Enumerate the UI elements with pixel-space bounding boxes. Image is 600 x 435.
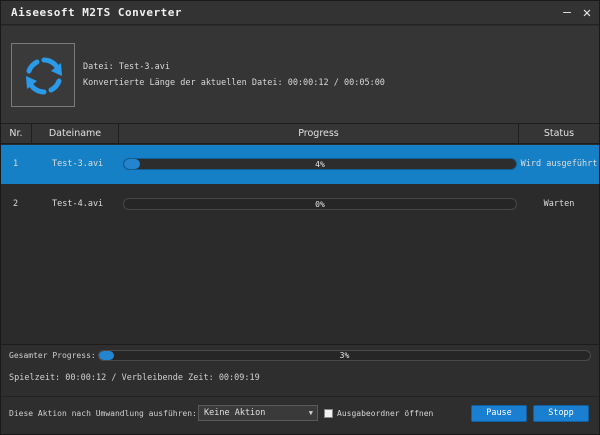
minimize-button[interactable]: – (558, 4, 576, 22)
row-status: Wird ausgeführt (520, 159, 598, 169)
converter-window: Aiseesoft M2TS Converter – ✕ Datei: Test… (0, 0, 600, 435)
overall-progress-bar: 3% (98, 350, 591, 361)
file-table: Nr. Dateiname Progress Status 1 Test-3.a… (1, 124, 599, 344)
overall-progress-label: Gesamter Progress: (9, 351, 96, 360)
convert-refresh-icon (11, 43, 75, 107)
row-status: Warten (543, 199, 575, 209)
pause-button[interactable]: Pause (471, 405, 527, 422)
table-header: Nr. Dateiname Progress Status (1, 124, 599, 144)
row-progress-bar: 0% (123, 198, 517, 210)
column-header-progress[interactable]: Progress (119, 124, 519, 144)
after-conversion-select[interactable]: Keine Aktion ▼ (198, 405, 318, 421)
row-progress-bar: 4% (123, 158, 517, 170)
after-conversion-value: Keine Aktion (204, 408, 266, 418)
current-file-name: Datei: Test-3.avi (83, 62, 170, 72)
current-file-panel: Datei: Test-3.avi Konvertierte Länge der… (1, 26, 599, 124)
stop-button[interactable]: Stopp (533, 405, 589, 422)
row-number: 2 (13, 199, 19, 209)
row-filename: Test-4.avi (52, 199, 104, 209)
column-header-nr[interactable]: Nr. (1, 124, 32, 144)
open-output-folder-checkbox[interactable] (324, 409, 333, 418)
current-file-length: Konvertierte Länge der aktuellen Datei: … (83, 78, 385, 88)
row-filename: Test-3.avi (52, 159, 104, 169)
row-progress-label: 0% (315, 200, 325, 209)
column-header-filename[interactable]: Dateiname (32, 124, 119, 144)
open-output-folder-label[interactable]: Ausgabeordner öffnen (337, 409, 433, 418)
row-progress-label: 4% (315, 160, 325, 169)
close-button[interactable]: ✕ (578, 4, 596, 22)
row-number: 1 (13, 159, 19, 169)
window-title: Aiseesoft M2TS Converter (11, 6, 182, 19)
chevron-down-icon: ▼ (308, 409, 313, 417)
overall-progress-percent: 3% (339, 351, 350, 360)
title-bar[interactable]: Aiseesoft M2TS Converter – ✕ (1, 1, 599, 25)
bottom-panel: Gesamter Progress: 3% Spielzeit: 00:00:1… (1, 344, 599, 434)
table-row[interactable]: 1 Test-3.avi 4% Wird ausgeführt (1, 145, 599, 184)
column-header-status[interactable]: Status (519, 124, 599, 144)
after-conversion-label: Diese Aktion nach Umwandlung ausführen: (9, 409, 197, 418)
table-row[interactable]: 2 Test-4.avi 0% Warten (1, 185, 599, 224)
divider (1, 396, 599, 397)
time-readout: Spielzeit: 00:00:12 / Verbleibende Zeit:… (9, 373, 260, 383)
